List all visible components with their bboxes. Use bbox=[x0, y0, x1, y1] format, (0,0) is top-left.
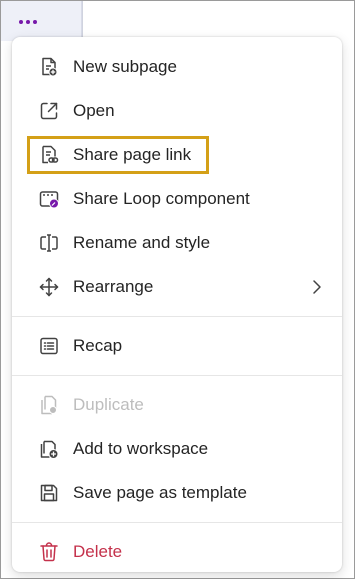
menu-item-recap[interactable]: Recap bbox=[12, 324, 342, 368]
open-external-icon bbox=[38, 100, 60, 122]
add-to-workspace-icon bbox=[38, 438, 60, 460]
menu-divider bbox=[12, 316, 342, 317]
rename-icon bbox=[38, 232, 60, 254]
menu-item-duplicate: Duplicate bbox=[12, 383, 342, 427]
menu-item-open[interactable]: Open bbox=[12, 89, 342, 133]
trash-icon bbox=[38, 541, 60, 563]
menu-divider bbox=[12, 522, 342, 523]
menu-item-rename-and-style[interactable]: Rename and style bbox=[12, 221, 342, 265]
menu-item-rearrange[interactable]: Rearrange bbox=[12, 265, 342, 309]
toolbar-divider bbox=[82, 1, 83, 41]
more-options-button[interactable] bbox=[14, 10, 42, 34]
menu-item-delete[interactable]: Delete bbox=[12, 530, 342, 574]
menu-divider bbox=[12, 375, 342, 376]
menu-item-label: Recap bbox=[73, 336, 123, 355]
menu-item-share-page-link[interactable]: Share page link bbox=[12, 133, 342, 177]
save-template-icon bbox=[38, 482, 60, 504]
menu-item-label: Save page as template bbox=[73, 483, 247, 502]
new-subpage-icon bbox=[38, 56, 60, 78]
chevron-right-icon bbox=[313, 280, 321, 294]
loop-component-icon bbox=[38, 188, 60, 210]
menu-item-save-page-as-template[interactable]: Save page as template bbox=[12, 471, 342, 515]
menu-item-add-to-workspace[interactable]: Add to workspace bbox=[12, 427, 342, 471]
duplicate-icon bbox=[38, 394, 60, 416]
more-horizontal-icon bbox=[19, 20, 37, 24]
menu-item-share-loop-component[interactable]: Share Loop component bbox=[12, 177, 342, 221]
menu-item-label: New subpage bbox=[73, 57, 177, 76]
menu-item-label: Add to workspace bbox=[73, 439, 209, 458]
recap-list-icon bbox=[38, 335, 60, 357]
context-menu: New subpage Open Share page link Share L… bbox=[12, 37, 342, 572]
arrange-move-icon bbox=[38, 276, 60, 298]
menu-item-label: Rename and style bbox=[73, 233, 211, 252]
menu-item-label: Duplicate bbox=[73, 395, 144, 414]
menu-item-label: Delete bbox=[73, 542, 123, 561]
menu-item-new-subpage[interactable]: New subpage bbox=[12, 45, 342, 89]
menu-item-label: Open bbox=[73, 101, 115, 120]
menu-item-label: Share Loop component bbox=[73, 189, 250, 208]
menu-item-label: Rearrange bbox=[73, 277, 154, 296]
highlight-box bbox=[27, 136, 209, 174]
